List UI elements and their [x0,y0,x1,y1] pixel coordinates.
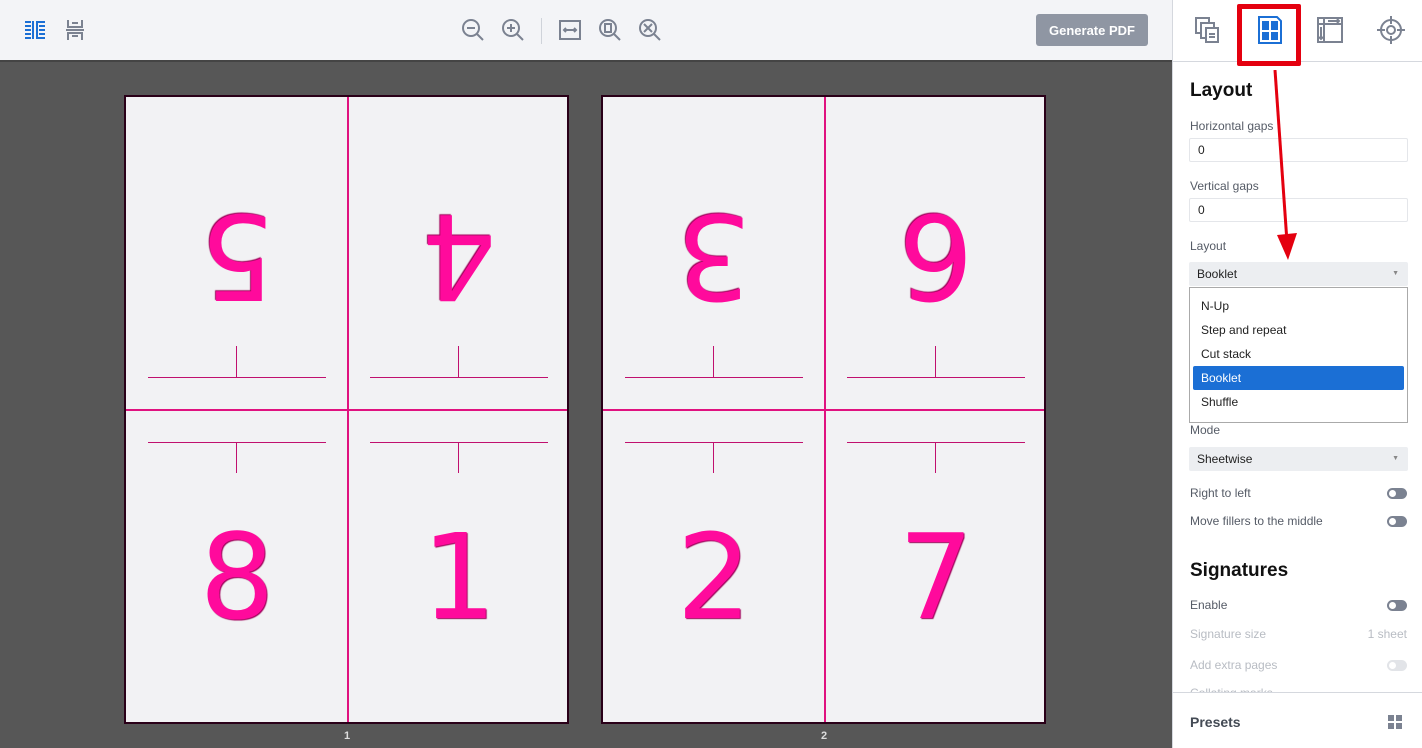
generate-pdf-button[interactable]: Generate PDF [1036,14,1148,46]
layout-select-value: Booklet [1197,267,1238,281]
option-booklet[interactable]: Booklet [1193,366,1404,390]
page-number: 6 [898,187,974,325]
sigsize-label: Signature size [1190,627,1267,641]
crop-mark [935,442,936,473]
presets-label: Presets [1190,714,1241,730]
zoom-out-icon[interactable] [461,18,485,42]
crop-mark [458,346,459,377]
crop-mark [713,442,714,473]
page-number: 3 [676,187,752,325]
side-by-side-view-icon[interactable] [23,18,47,42]
toolbar-divider [541,18,542,44]
zoom-reset-icon[interactable] [638,18,662,42]
crop-mark [148,377,326,378]
panel-tabs [1173,0,1422,66]
chevron-down-icon: ▼ [1392,455,1399,462]
stacked-view-icon[interactable] [63,18,87,42]
enable-toggle[interactable] [1387,600,1407,611]
sheet-label: 2 [820,730,828,742]
crop-mark [625,377,803,378]
crop-mark [236,442,237,473]
extra-pages-toggle [1387,660,1407,671]
crop-mark [458,442,459,473]
marks-icon[interactable] [1376,15,1406,45]
crop-mark [713,346,714,377]
page-number: 1 [421,508,497,646]
option-n-up[interactable]: N-Up [1193,294,1404,318]
crop-mark [935,346,936,377]
page-cell: 4 [348,97,570,410]
zoom-in-icon[interactable] [501,18,525,42]
crop-mark [148,442,326,443]
mode-label: Mode [1190,423,1221,437]
fit-page-icon[interactable] [598,18,622,42]
crop-mark [847,377,1025,378]
page-number: 8 [199,508,275,646]
enable-label: Enable [1190,598,1228,612]
fillers-label: Move fillers to the middle [1190,514,1323,528]
crop-mark [236,346,237,377]
page-cell: 8 [126,410,348,723]
page-cell: 3 [603,97,825,410]
extra-pages-label: Add extra pages [1190,658,1278,672]
presets-footer: Presets [1173,692,1422,748]
page-cell: 6 [825,97,1047,410]
layout-label: Layout [1190,239,1227,253]
rtl-toggle[interactable] [1387,488,1407,499]
option-cut-stack[interactable]: Cut stack [1193,342,1404,366]
crop-mark [625,442,803,443]
sheet-2: 3 6 2 7 [601,95,1046,724]
page-number: 2 [676,508,752,646]
layout-heading: Layout [1190,80,1253,101]
layout-dropdown: N-Up Step and repeat Cut stack Booklet S… [1189,287,1408,423]
mode-select-value: Sheetwise [1197,452,1253,466]
fillers-toggle[interactable] [1387,516,1407,527]
option-step-and-repeat[interactable]: Step and repeat [1193,318,1404,342]
chevron-down-icon: ▼ [1392,270,1399,277]
rtl-label: Right to left [1190,486,1251,500]
toolbar: Generate PDF [0,0,1172,62]
crop-mark [370,377,548,378]
preview-canvas: 5 4 8 1 1 3 6 2 7 2 [0,62,1172,748]
page-number: 5 [199,187,275,325]
page-number: 4 [421,187,497,325]
option-shuffle[interactable]: Shuffle [1193,390,1404,414]
crop-mark [847,442,1025,443]
sheet-1: 5 4 8 1 [124,95,569,724]
pages-icon[interactable] [1193,15,1223,45]
highlight-box [1237,4,1301,66]
vgaps-label: Vertical gaps [1190,179,1259,193]
sheet-size-icon[interactable] [1315,15,1345,45]
red-arrow-annotation [1273,70,1297,260]
sheet-label: 1 [343,730,351,742]
page-cell: 2 [603,410,825,723]
crop-mark [370,442,548,443]
page-cell: 5 [126,97,348,410]
cut-line [126,409,567,411]
page-cell: 1 [348,410,570,723]
cut-line [603,409,1044,411]
page-number: 7 [898,508,974,646]
sigsize-value: 1 sheet [1367,627,1407,641]
fit-width-icon[interactable] [558,18,582,42]
mode-select[interactable]: Sheetwise ▼ [1189,447,1408,471]
page-cell: 7 [825,410,1047,723]
grid-icon[interactable] [1388,715,1403,730]
signatures-heading: Signatures [1190,560,1289,581]
